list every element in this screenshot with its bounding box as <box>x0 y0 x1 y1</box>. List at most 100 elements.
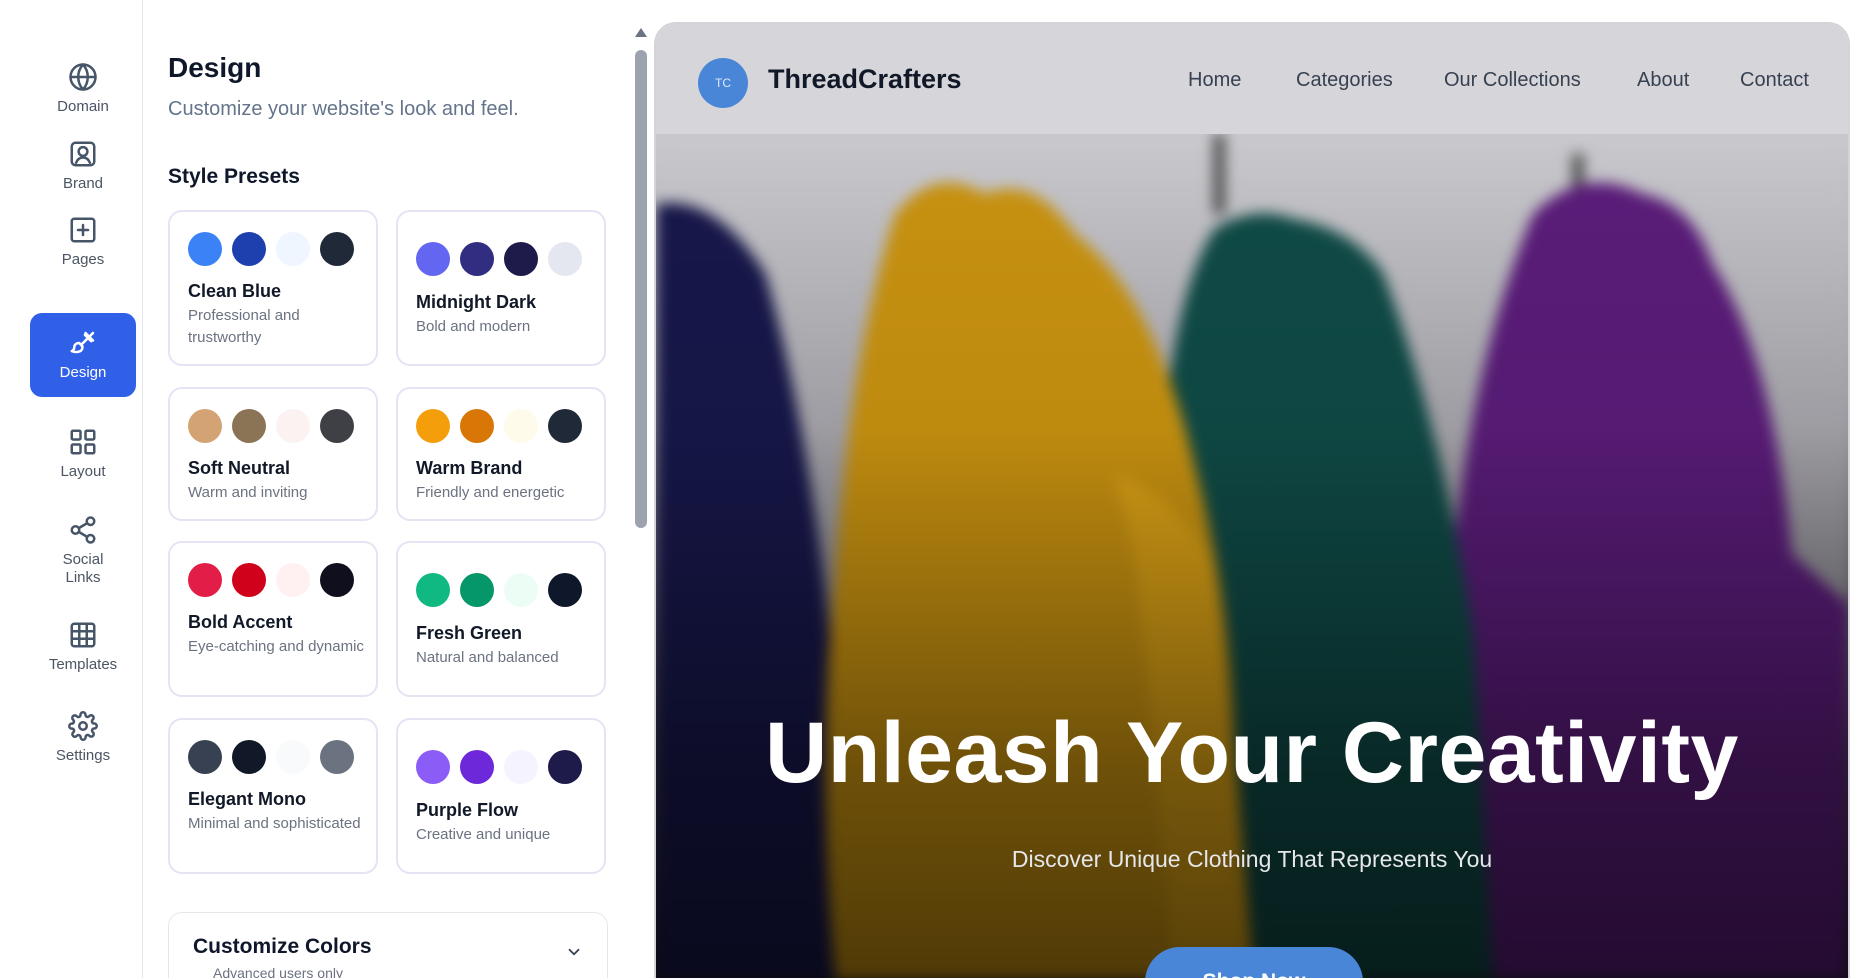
panel-subtitle: Customize your website's look and feel. <box>168 98 519 120</box>
hero-title: Unleash Your Creativity <box>765 705 1739 801</box>
nav-link-about[interactable]: About <box>1637 69 1689 92</box>
nav-link-home[interactable]: Home <box>1188 69 1241 92</box>
preset-description: Professional and trustworthy <box>188 307 300 346</box>
swatch <box>416 409 450 443</box>
color-swatches <box>416 750 582 784</box>
preset-description: Creative and unique <box>416 826 551 843</box>
swatch <box>320 409 354 443</box>
sidebar-item-domain[interactable]: Domain <box>30 47 136 131</box>
preset-name: Clean Blue <box>188 281 282 301</box>
color-swatches <box>188 563 354 597</box>
preset-name: Warm Brand <box>416 458 523 478</box>
swatch <box>416 750 450 784</box>
sidebar-item-settings[interactable]: Settings <box>30 696 136 780</box>
swatch <box>188 232 222 266</box>
preset-name: Elegant Mono <box>188 789 306 809</box>
sidebar-rail: Domain Brand Pages Design Layout Social … <box>0 0 143 978</box>
swatch <box>188 409 222 443</box>
plus-square-icon <box>70 217 96 243</box>
preset-card-elegant-mono[interactable]: Elegant Mono Minimal and sophisticated <box>168 718 378 874</box>
swatch <box>548 242 582 276</box>
swatch <box>276 409 310 443</box>
preset-card-midnight-dark[interactable]: Midnight Dark Bold and modern <box>396 210 606 366</box>
color-swatches <box>188 232 354 266</box>
swatch <box>504 409 538 443</box>
swatch <box>232 232 266 266</box>
nav-link-contact[interactable]: Contact <box>1740 69 1809 92</box>
paintbrush-icon <box>70 331 95 354</box>
swatch <box>460 750 494 784</box>
preset-card-soft-neutral[interactable]: Soft Neutral Warm and inviting <box>168 387 378 521</box>
sidebar-item-layout[interactable]: Layout <box>30 412 136 496</box>
swatch <box>504 242 538 276</box>
shop-now-button[interactable]: Shop Now <box>1145 947 1363 978</box>
color-swatches <box>416 242 582 276</box>
preset-name: Purple Flow <box>416 800 519 820</box>
swatch <box>320 232 354 266</box>
user-square-icon <box>70 141 96 167</box>
preset-name: Bold Accent <box>188 612 293 632</box>
panel-title: Design <box>168 52 262 83</box>
preset-description: Bold and modern <box>416 318 531 335</box>
sidebar-item-pages[interactable]: Pages <box>30 200 136 284</box>
preset-name: Soft Neutral <box>188 458 291 478</box>
preset-card-warm-brand[interactable]: Warm Brand Friendly and energetic <box>396 387 606 521</box>
sidebar-item-label: Brand <box>62 175 104 192</box>
sidebar-item-label: Settings <box>55 747 111 764</box>
table-icon <box>70 622 96 648</box>
swatch <box>548 409 582 443</box>
sidebar-item-label: Templates <box>48 656 118 673</box>
preset-name: Midnight Dark <box>416 292 536 312</box>
swatch <box>416 573 450 607</box>
swatch <box>320 740 354 774</box>
nav-link-categories[interactable]: Categories <box>1296 69 1393 92</box>
preset-card-fresh-green[interactable]: Fresh Green Natural and balanced <box>396 541 606 697</box>
preset-card-purple-flow[interactable]: Purple Flow Creative and unique <box>396 718 606 874</box>
sidebar-item-design[interactable]: Design <box>30 313 136 397</box>
swatch <box>232 409 266 443</box>
share-icon <box>70 516 96 544</box>
swatch <box>276 232 310 266</box>
sidebar-item-templates[interactable]: Templates <box>30 605 136 689</box>
preset-card-bold-accent[interactable]: Bold Accent Eye-catching and dynamic <box>168 541 378 697</box>
swatch <box>188 563 222 597</box>
color-swatches <box>416 573 582 607</box>
preset-description: Warm and inviting <box>188 484 308 501</box>
preset-description: Natural and balanced <box>416 649 559 666</box>
swatch <box>416 242 450 276</box>
sidebar-item-social-links[interactable]: Social Links <box>30 504 136 598</box>
scroll-up-arrow-icon[interactable] <box>635 28 647 37</box>
sidebar-item-brand[interactable]: Brand <box>30 124 136 208</box>
color-swatches <box>188 740 354 774</box>
sidebar-item-label: Domain <box>57 98 109 115</box>
design-panel: Design Customize your website's look and… <box>144 0 634 978</box>
swatch <box>460 573 494 607</box>
swatch <box>460 409 494 443</box>
hero-section: Unleash Your Creativity Discover Unique … <box>656 134 1848 978</box>
swatch <box>276 563 310 597</box>
preset-description: Friendly and energetic <box>416 484 565 501</box>
scroll-thumb[interactable] <box>635 50 647 528</box>
sidebar-item-label: Design <box>59 364 107 381</box>
customize-colors-accordion[interactable]: Customize Colors Advanced users only <box>168 912 608 978</box>
site-brand-name[interactable]: ThreadCrafters <box>768 64 962 95</box>
nav-link-our-collections[interactable]: Our Collections <box>1444 69 1581 92</box>
sidebar-item-label: Layout <box>60 463 106 480</box>
sidebar-item-label: Social Links <box>62 551 104 586</box>
gear-icon <box>68 711 98 741</box>
panel-scrollbar[interactable] <box>634 26 648 978</box>
preset-card-clean-blue[interactable]: Clean Blue Professional and trustworthy <box>168 210 378 366</box>
customize-colors-subtitle: Advanced users only <box>213 965 343 978</box>
website-preview: TC ThreadCrafters Home Categories Our Co… <box>654 22 1850 978</box>
customize-colors-title: Customize Colors <box>193 935 372 958</box>
swatch <box>320 563 354 597</box>
swatch <box>504 750 538 784</box>
swatch <box>232 563 266 597</box>
chevron-down-icon[interactable] <box>565 943 583 961</box>
color-swatches <box>416 409 582 443</box>
swatch <box>504 573 538 607</box>
site-header: TC ThreadCrafters Home Categories Our Co… <box>656 24 1848 134</box>
sidebar-item-label: Pages <box>61 251 105 268</box>
site-logo[interactable]: TC <box>698 58 748 108</box>
swatch <box>548 573 582 607</box>
